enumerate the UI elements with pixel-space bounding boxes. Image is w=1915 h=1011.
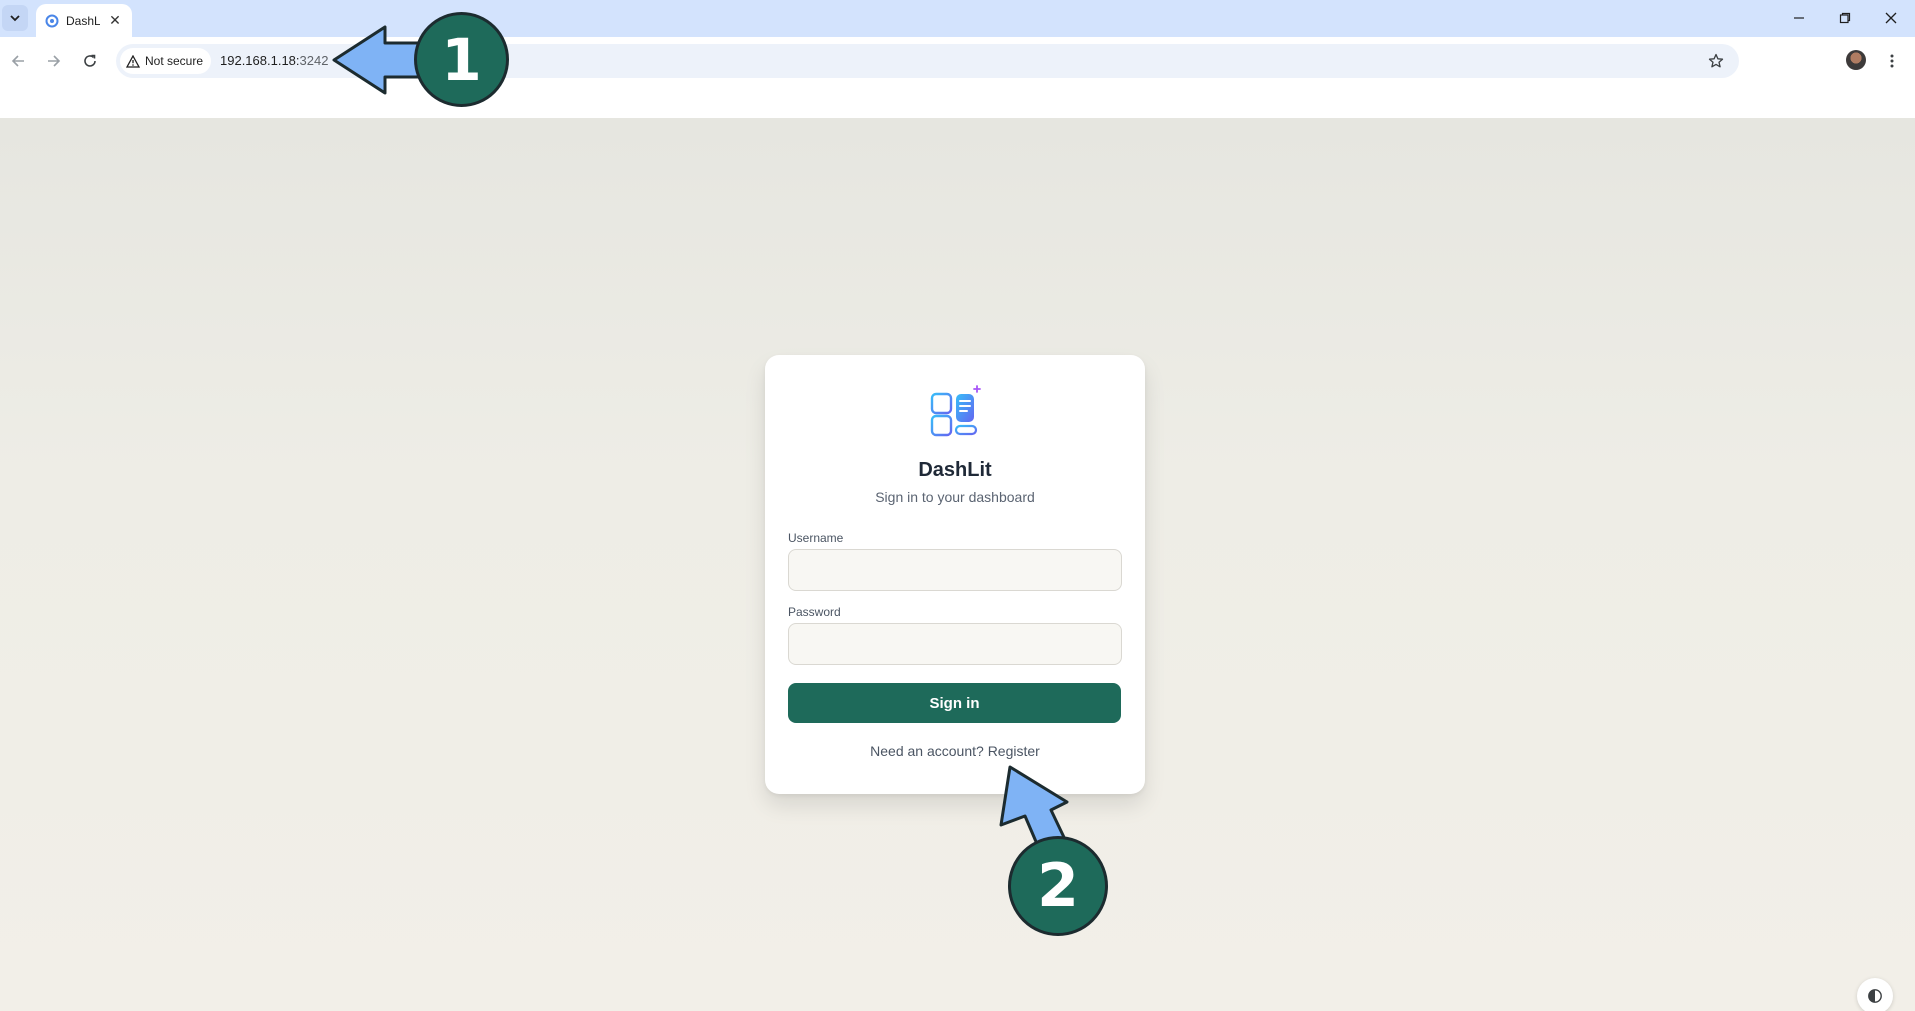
password-label: Password [788, 605, 841, 619]
annotation-badge-2: 2 [1008, 836, 1108, 936]
window-close-icon[interactable] [1869, 6, 1913, 30]
tab-title: DashLit [66, 13, 100, 28]
back-icon[interactable] [4, 47, 32, 75]
page-background: DashLit Sign in to your dashboard Userna… [0, 118, 1915, 1011]
browser-toolbar: Not secure 192.168.1.18:3242 [0, 37, 1915, 121]
contrast-icon [1868, 989, 1882, 1003]
restore-icon[interactable] [1823, 6, 1867, 30]
dashlit-logo-icon [929, 385, 981, 437]
app-title: DashLit [918, 459, 992, 481]
chevron-down-icon [10, 15, 20, 22]
login-card: DashLit Sign in to your dashboard Userna… [765, 355, 1145, 794]
username-label: Username [788, 531, 844, 545]
minimize-icon[interactable] [1777, 6, 1821, 30]
register-line: Need an account? Register [765, 743, 1145, 759]
username-input[interactable] [788, 549, 1122, 591]
security-chip[interactable]: Not secure [120, 48, 212, 74]
sign-in-button[interactable]: Sign in [788, 683, 1121, 723]
password-input[interactable] [788, 623, 1122, 665]
security-label: Not secure [145, 54, 204, 68]
profile-avatar[interactable] [1846, 50, 1866, 70]
url-host: 192.168.1.18: [220, 53, 300, 68]
theme-toggle-button[interactable] [1857, 978, 1893, 1011]
bookmark-star-icon[interactable] [1705, 50, 1727, 72]
tab-close-icon[interactable]: ✕ [106, 12, 124, 29]
dashlit-favicon-icon [44, 13, 60, 29]
reload-icon[interactable] [76, 47, 104, 75]
warning-icon [126, 54, 140, 68]
register-link[interactable]: Register [988, 743, 1040, 759]
annotation-badge-1: 1 [414, 12, 509, 107]
app-subtitle: Sign in to your dashboard [875, 489, 1035, 505]
more-menu-icon[interactable] [1880, 47, 1904, 75]
forward-icon[interactable] [40, 47, 68, 75]
register-prompt: Need an account? [870, 743, 984, 759]
browser-tab[interactable]: DashLit ✕ [36, 4, 132, 37]
url-text[interactable]: 192.168.1.18:3242 [220, 53, 328, 68]
browser-tabstrip: DashLit ✕ [0, 0, 1915, 37]
url-port: 3242 [299, 53, 329, 68]
tab-search-button[interactable] [2, 5, 28, 31]
